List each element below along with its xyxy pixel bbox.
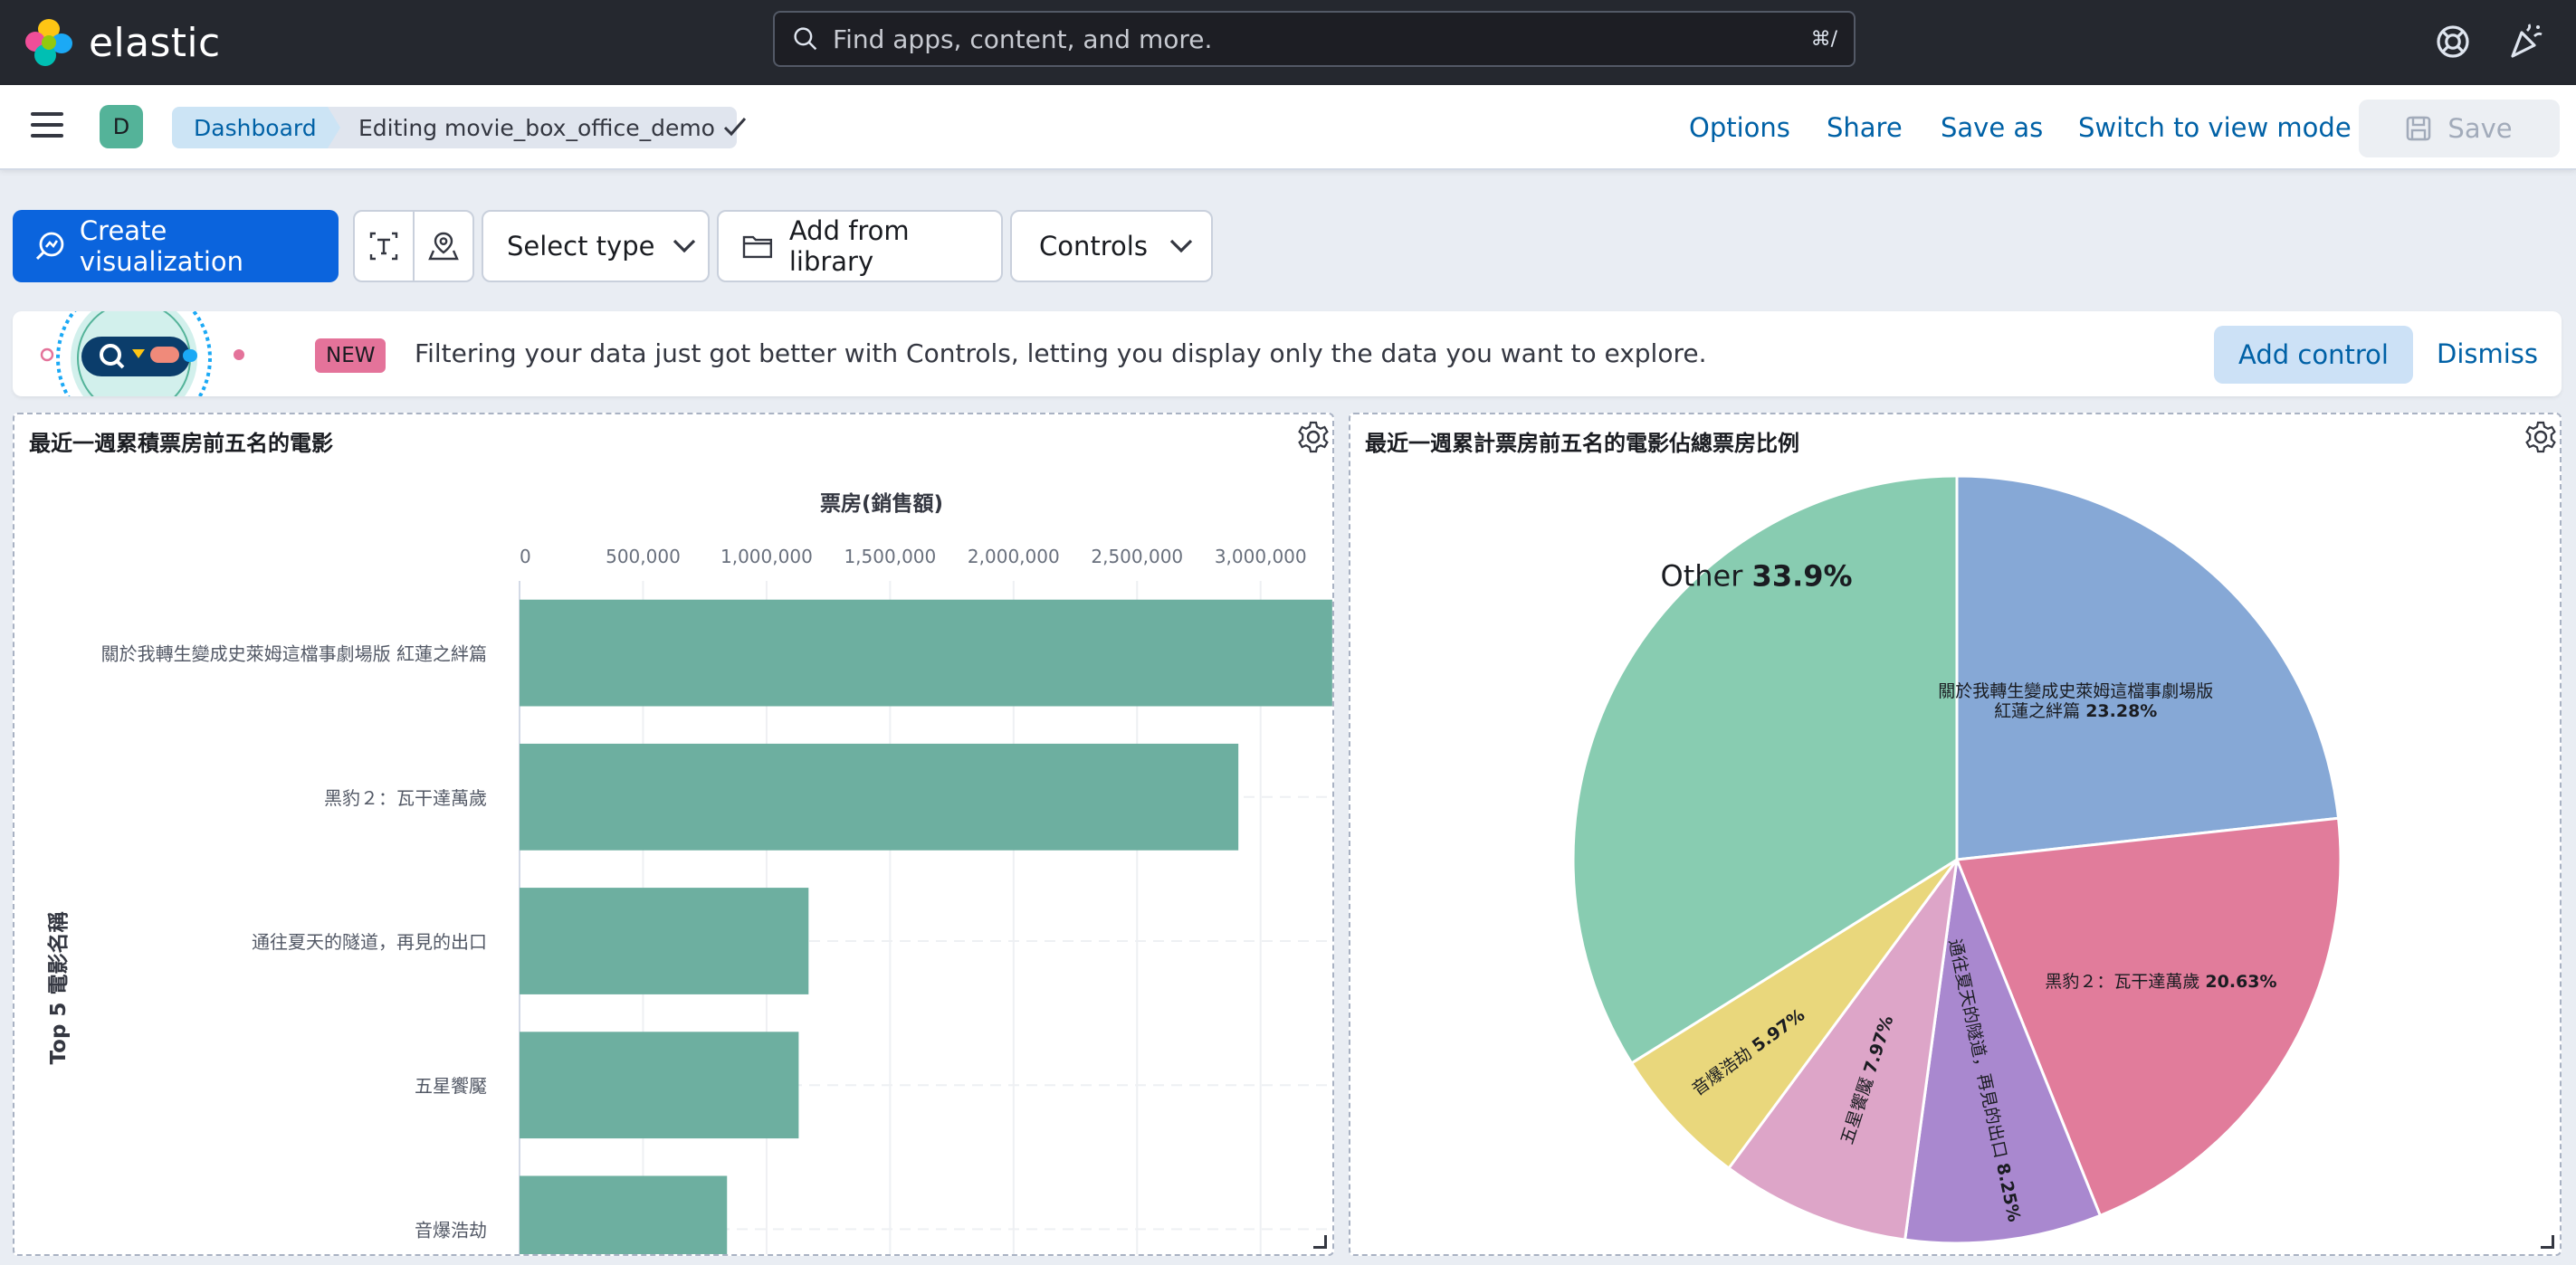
x-tick-label: 0 [520, 546, 531, 567]
hamburger-menu-icon[interactable] [31, 112, 63, 141]
pie-slice-label: 黑豹２：瓦干達萬歲 20.63% [2045, 972, 2276, 992]
panel-resize-handle[interactable] [1313, 1235, 1327, 1249]
y-tick-label: 五星饗魘 [415, 1075, 487, 1097]
pie-slice-label: Other 33.9% [1661, 558, 1853, 593]
y-tick-label: 音爆浩劫 [415, 1219, 487, 1241]
add-from-library-button[interactable]: Add from library [717, 210, 1003, 282]
pie-chart-panel: 最近一週累計票房前五名的電影佔總票房比例 關於我轉生變成史萊姆這檔事劇場版 紅蓮之… [1349, 413, 2562, 1256]
bar[interactable] [520, 888, 809, 994]
save-label: Save [2447, 113, 2513, 144]
bar[interactable] [520, 743, 1239, 851]
y-tick-label: 黑豹２：瓦干達萬歲 [324, 787, 487, 809]
save-disk-icon [2407, 116, 2431, 141]
help-icon[interactable] [2433, 22, 2473, 62]
y-tick-label: 關於我轉生變成史萊姆這檔事劇場版 紅蓮之絆篇 [101, 643, 487, 665]
select-type-label: Select type [507, 231, 655, 262]
add-text-button[interactable] [355, 212, 415, 281]
x-tick-label: 3,000,000 [1215, 546, 1307, 567]
pie-label-other: Other 33.9% [1661, 558, 1853, 593]
bar-chart: 票房(銷售額) Top 5 電影名稱 0 500,000 1,000,000 1,50… [46, 491, 1332, 1254]
folder-icon [742, 235, 773, 259]
create-visualization-button[interactable]: Create visualization [13, 210, 339, 282]
y-axis-title: Top 5 電影名稱 [46, 912, 71, 1065]
pie-label-text: 關於我轉生變成史萊姆這檔事劇場版 [1938, 681, 2213, 701]
x-tick-label: 2,000,000 [968, 546, 1060, 567]
x-axis-title: 票房(銷售額) [820, 491, 943, 516]
x-tick-label: 1,500,000 [844, 546, 936, 567]
options-link[interactable]: Options [1689, 112, 1790, 143]
x-tick-label: 500,000 [606, 546, 681, 567]
elastic-logo-icon [25, 19, 72, 66]
add-map-button[interactable] [415, 212, 472, 281]
add-control-button[interactable]: Add control [2214, 326, 2413, 384]
share-link[interactable]: Share [1827, 112, 1903, 143]
pie-label-text: 紅蓮之絆篇 23.28% [1994, 701, 2157, 721]
dashboard-action-bar: D Dashboard Editing movie_box_office_dem… [0, 85, 2576, 170]
save-button[interactable]: Save [2359, 100, 2560, 157]
save-as-link[interactable]: Save as [1941, 112, 2043, 143]
bar-chart-panel: 最近一週累積票房前五名的電影 票房(銷售額) Top 5 電影名稱 0 500,0… [13, 413, 1334, 1256]
x-tick-label: 2,500,000 [1091, 546, 1183, 567]
select-type-dropdown[interactable]: Select type [482, 210, 710, 282]
newsfeed-cheer-icon[interactable] [2505, 22, 2545, 62]
bar[interactable] [520, 599, 1332, 707]
lens-visualize-icon [35, 232, 64, 261]
bar[interactable] [520, 1032, 799, 1139]
quick-add-button-group [353, 210, 474, 282]
panel-resize-handle[interactable] [2541, 1235, 2554, 1249]
search-placeholder: Find apps, content, and more. [833, 24, 1213, 54]
pie-label-text: 黑豹２：瓦干達萬歲 20.63% [2045, 972, 2276, 992]
global-search-input[interactable]: Find apps, content, and more. ⌘/ [773, 11, 1856, 67]
search-icon [794, 27, 817, 51]
elastic-brand[interactable]: elastic [25, 19, 221, 66]
dismiss-link[interactable]: Dismiss [2437, 338, 2538, 369]
switch-to-view-mode-link[interactable]: Switch to view mode [2078, 112, 2352, 143]
create-visualization-label: Create visualization [79, 215, 244, 277]
new-badge: NEW [315, 338, 386, 373]
space-avatar[interactable]: D [100, 105, 143, 148]
map-marker-icon [428, 232, 459, 261]
global-header: elastic Find apps, content, and more. ⌘/ [0, 0, 2576, 85]
chevron-down-icon [1169, 239, 1193, 253]
pie-chart: 關於我轉生變成史萊姆這檔事劇場版紅蓮之絆篇 23.28% 黑豹２：瓦干達萬歲 20… [1571, 474, 2342, 1245]
controls-callout: NEW Filtering your data just got better … [13, 311, 2562, 396]
chevron-down-icon [673, 239, 696, 253]
text-box-icon [369, 232, 398, 261]
brand-name: elastic [89, 19, 221, 66]
checkmark-icon [723, 118, 747, 137]
x-tick-label: 1,000,000 [720, 546, 813, 567]
breadcrumb-current: Editing movie_box_office_demo [328, 107, 737, 148]
add-from-library-label: Add from library [788, 215, 910, 277]
y-tick-label: 通往夏天的隧道，再見的出口 [252, 931, 487, 953]
breadcrumb-dashboard[interactable]: Dashboard [172, 107, 348, 148]
pie-slice[interactable] [1955, 474, 2341, 861]
controls-illustration [40, 311, 244, 396]
bar[interactable] [520, 1175, 728, 1254]
controls-label: Controls [1039, 231, 1148, 262]
search-shortcut-hint: ⌘/ [1810, 27, 1837, 51]
controls-dropdown[interactable]: Controls [1010, 210, 1213, 282]
callout-message: Filtering your data just got better with… [415, 338, 1707, 368]
